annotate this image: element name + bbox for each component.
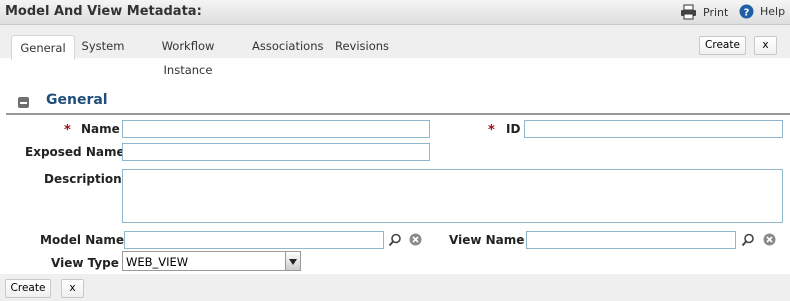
section-divider [6,113,790,115]
tab-system[interactable]: System [80,34,126,58]
required-marker-id: * [488,123,495,138]
tab-bar: General System Workflow Instance Associa… [0,25,790,77]
id-input[interactable] [524,120,783,138]
printer-icon [681,4,696,20]
footer-create-button[interactable]: Create [5,279,51,298]
help-button[interactable]: ? Help [739,4,785,19]
section-title: General [46,92,108,108]
view-name-label: View Name [449,233,525,247]
name-label: Name [81,122,120,136]
name-input[interactable] [122,120,430,138]
footer-bar: Create x [0,274,790,301]
close-button[interactable]: x [754,36,777,55]
exposed-name-input[interactable] [122,143,430,161]
title-bar: Model And View Metadata: Print ? Help [0,0,790,25]
search-icon[interactable] [388,233,402,247]
view-type-label: View Type [51,256,119,270]
view-type-select[interactable]: WEB_VIEW [122,251,301,271]
required-marker-name: * [64,123,71,138]
description-textarea[interactable] [122,169,783,223]
page-title: Model And View Metadata: [5,4,202,19]
view-type-value: WEB_VIEW [126,255,189,269]
tab-general[interactable]: General [11,35,75,60]
print-label: Print [703,5,729,19]
footer-close-button[interactable]: x [61,279,84,298]
model-name-label: Model Name [40,233,124,247]
collapse-section-button[interactable] [18,97,29,108]
tab-associations[interactable]: Associations [252,34,323,58]
exposed-name-label: Exposed Name [25,145,125,159]
tab-workflow-instance[interactable]: Workflow Instance [138,34,238,77]
help-label: Help [760,5,786,18]
description-label: Description [44,172,122,186]
model-name-input[interactable] [124,231,384,249]
tab-revisions[interactable]: Revisions [335,34,389,58]
help-icon: ? [739,4,754,19]
create-button[interactable]: Create [699,36,746,55]
clear-icon[interactable] [763,233,776,246]
id-label: ID [506,122,521,136]
print-button[interactable]: Print [680,4,728,20]
svg-text:?: ? [744,8,750,19]
search-icon[interactable] [741,233,755,247]
dropdown-arrow-icon[interactable] [285,252,300,270]
clear-icon[interactable] [409,233,422,246]
view-name-input[interactable] [526,231,736,249]
